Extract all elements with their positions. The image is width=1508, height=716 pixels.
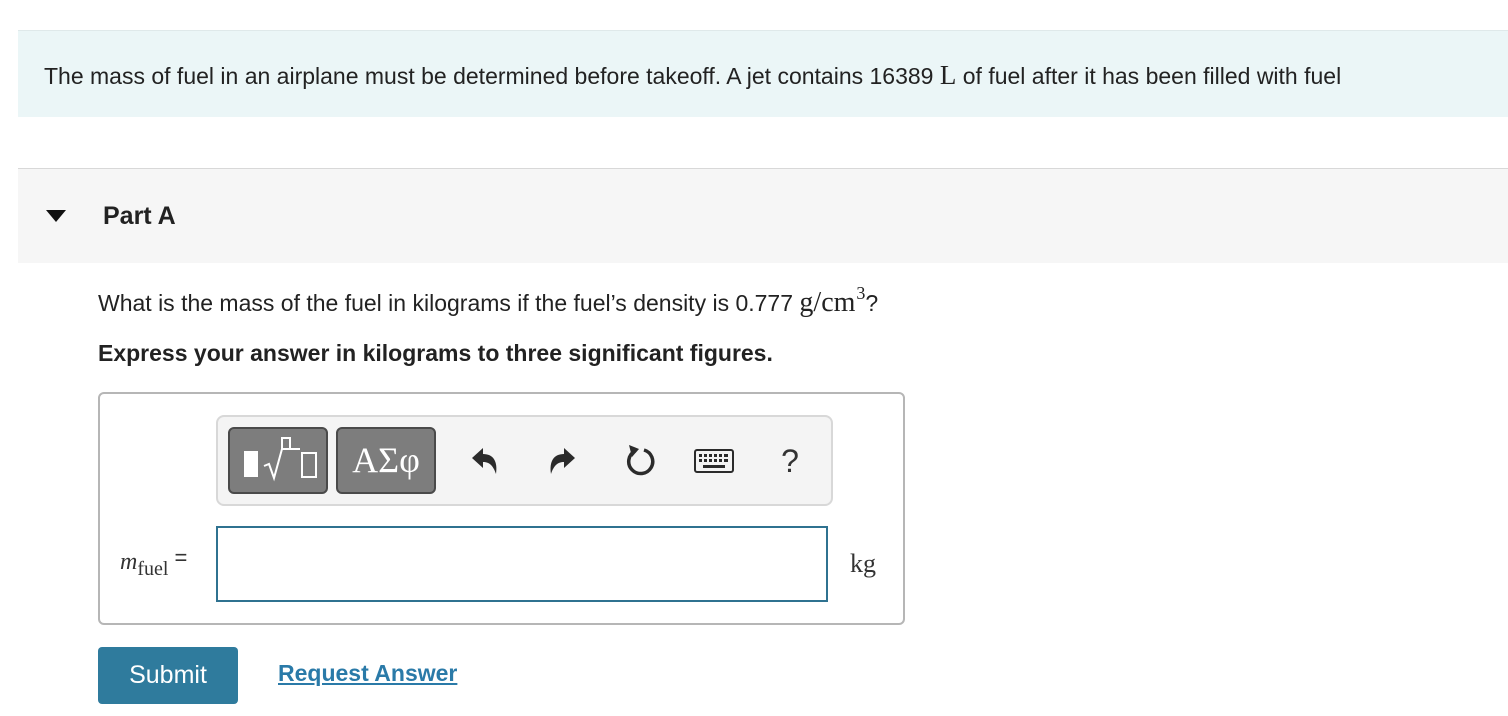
redo-button[interactable]: [540, 439, 584, 483]
undo-icon: [472, 448, 497, 474]
page: The mass of fuel in an airplane must be …: [0, 0, 1508, 716]
part-a-header[interactable]: Part A: [18, 168, 1508, 263]
help-button[interactable]: ?: [770, 439, 810, 483]
keyboard-icon: [694, 449, 734, 473]
redo-icon: [550, 448, 575, 474]
equals-sign: =: [174, 545, 188, 570]
math-toolbar: ΑΣφ ?: [216, 415, 833, 506]
answer-instruction: Express your answer in kilograms to thre…: [98, 340, 773, 366]
answer-input[interactable]: [216, 526, 828, 602]
question-text-before: What is the mass of the fuel in kilogram…: [98, 290, 800, 316]
undo-button[interactable]: [463, 439, 507, 483]
answer-unit: kg: [850, 549, 876, 578]
answer-subscript: fuel: [137, 558, 169, 580]
collapse-caret-icon[interactable]: [46, 210, 66, 222]
problem-intro-text: The mass of fuel in an airplane must be …: [44, 60, 1341, 91]
intro-text-before: The mass of fuel in an airplane must be …: [44, 63, 940, 89]
request-answer-link[interactable]: Request Answer: [278, 660, 457, 687]
problem-intro: The mass of fuel in an airplane must be …: [18, 30, 1508, 117]
question-unit-base: g/cm: [799, 287, 856, 318]
part-title: Part A: [103, 202, 176, 230]
answer-variable: m: [120, 549, 138, 575]
templates-button[interactable]: [228, 427, 328, 494]
greek-symbols-button[interactable]: ΑΣφ: [336, 427, 436, 494]
question-text-after: ?: [865, 290, 879, 316]
submit-button[interactable]: Submit: [98, 647, 238, 704]
intro-text-after: of fuel after it has been filled with fu…: [956, 63, 1342, 89]
reset-icon: [627, 445, 655, 476]
reset-button[interactable]: [617, 439, 661, 483]
question-unit: g/cm3: [799, 283, 865, 318]
question-text: What is the mass of the fuel in kilogram…: [98, 283, 878, 319]
answer-variable-label: mfuel =: [120, 545, 187, 581]
templates-icon: [244, 437, 317, 482]
intro-unit: L: [939, 60, 957, 90]
keyboard-button[interactable]: [692, 439, 736, 483]
answer-box: ΑΣφ ? mfuel = kg: [98, 392, 905, 625]
